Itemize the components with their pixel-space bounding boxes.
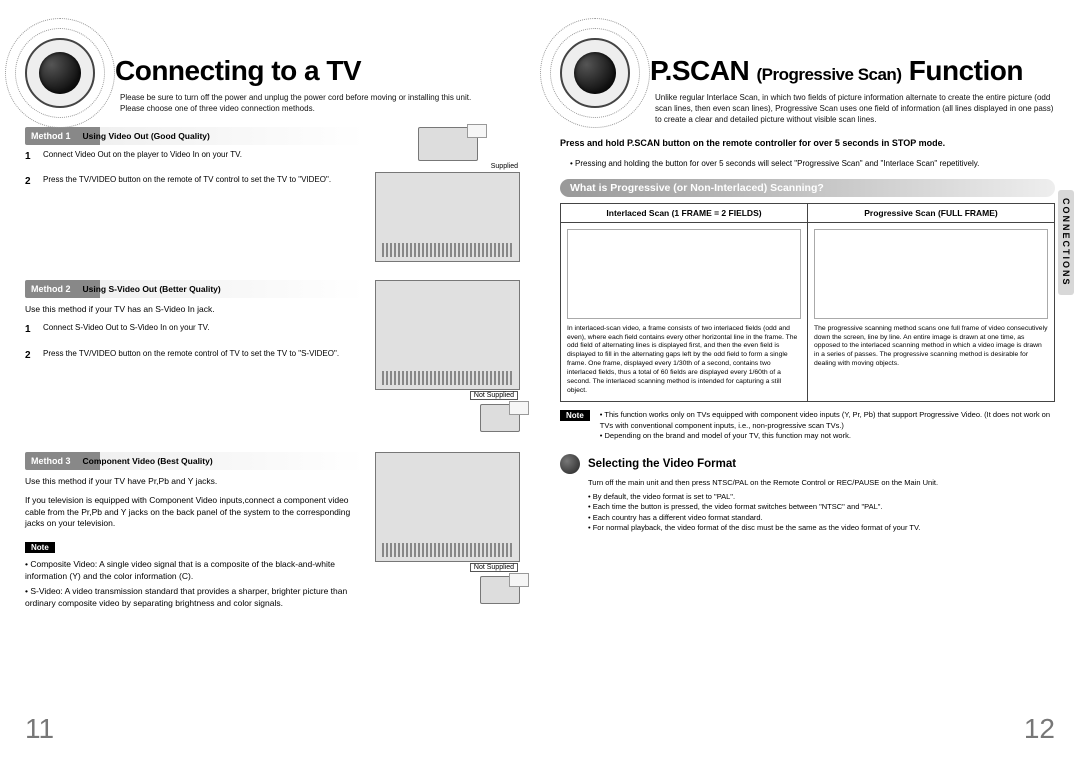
video-format-instruction: Turn off the main unit and then press NT…	[588, 478, 1055, 488]
intro-text: Please be sure to turn off the power and…	[120, 93, 520, 115]
th-progressive: Progressive Scan (FULL FRAME)	[808, 203, 1055, 222]
method-2-figure: Not Supplied	[375, 280, 520, 434]
pscan-toggle-note: Pressing and holding the button for over…	[570, 158, 1055, 169]
page-title-left: Connecting to a TV	[115, 55, 520, 87]
note-label: Note	[560, 410, 590, 421]
th-interlaced: Interlaced Scan (1 FRAME = 2 FIELDS)	[561, 203, 808, 222]
method-1-block: Method 1 Using Video Out (Good Quality) …	[25, 127, 520, 262]
composite-note: • Composite Video: A single video signal…	[25, 559, 365, 582]
section-progressive-header: What is Progressive (or Non-Interlaced) …	[560, 179, 1055, 197]
selecting-video-format-header: Selecting the Video Format	[560, 454, 1055, 474]
progressive-desc: The progressive scanning method scans on…	[814, 325, 1048, 369]
progressive-figure	[814, 229, 1048, 319]
dot-icon	[560, 454, 580, 474]
speaker-decor-icon	[540, 18, 650, 128]
method-3-figure: Not Supplied	[375, 452, 520, 610]
note-label: Note	[25, 542, 55, 553]
svideo-note: • S-Video: A video transmission standard…	[25, 586, 365, 609]
page-12: CONNECTIONS P.SCAN (Progressive Scan) Fu…	[540, 0, 1080, 763]
pscan-instruction: Press and hold P.SCAN button on the remo…	[560, 137, 1055, 149]
interlaced-figure	[567, 229, 801, 319]
method-2-header: Method 2 Using S-Video Out (Better Quali…	[25, 280, 365, 298]
page-title-right: P.SCAN (Progressive Scan) Function	[650, 55, 1055, 87]
section-tab: CONNECTIONS	[1058, 190, 1074, 295]
method-1-figure: Supplied	[375, 127, 520, 262]
interlaced-desc: In interlaced-scan video, a frame consis…	[567, 325, 801, 396]
video-format-bullets: By default, the video format is set to "…	[588, 492, 1055, 534]
method-3-block: Method 3 Component Video (Best Quality) …	[25, 452, 520, 610]
method-1-header: Method 1 Using Video Out (Good Quality)	[25, 127, 365, 145]
speaker-decor-icon	[5, 18, 115, 128]
pscan-notes: This function works only on TVs equipped…	[600, 410, 1055, 442]
page-number-11: 11	[25, 713, 54, 745]
page-number-12: 12	[1024, 713, 1055, 745]
pscan-intro: Unlike regular Interlace Scan, in which …	[655, 93, 1055, 125]
scan-comparison-table: Interlaced Scan (1 FRAME = 2 FIELDS) Pro…	[560, 203, 1055, 403]
method-3-header: Method 3 Component Video (Best Quality)	[25, 452, 365, 470]
method-2-block: Method 2 Using S-Video Out (Better Quali…	[25, 280, 520, 434]
page-11: Connecting to a TV Please be sure to tur…	[0, 0, 540, 763]
